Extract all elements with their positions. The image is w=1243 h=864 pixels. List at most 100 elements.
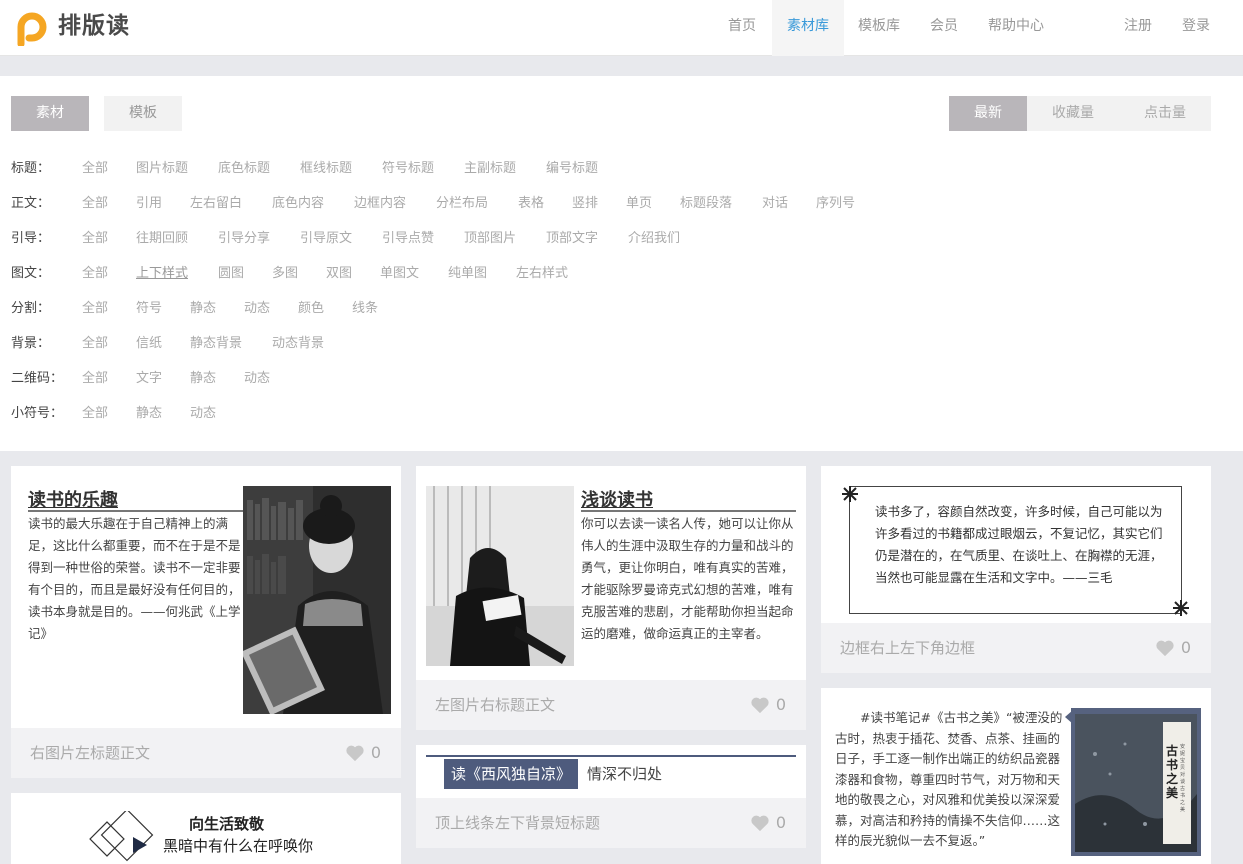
filter-option[interactable]: 符号	[136, 299, 162, 319]
filter-option[interactable]: 底色内容	[272, 194, 324, 214]
filter-option[interactable]: 左右留白	[190, 194, 242, 214]
filter-option[interactable]: 单页	[626, 194, 652, 214]
filter-option[interactable]: 全部	[82, 264, 108, 284]
asterisk-corner-icon	[1173, 600, 1189, 616]
filter-option[interactable]: 动态背景	[272, 334, 324, 354]
nav-materials[interactable]: 素材库	[772, 0, 844, 56]
card-title[interactable]: 左图片右标题正文	[435, 680, 555, 730]
filter-option[interactable]: 信纸	[136, 334, 162, 354]
material-card[interactable]: 读书多了，容颜自然改变，许多时候，自己可能以为许多看过的书籍都成过眼烟云，不复记…	[821, 466, 1211, 673]
filter-option[interactable]: 符号标题	[382, 159, 434, 179]
top-line-divider	[426, 755, 796, 757]
register-link[interactable]: 注册	[1124, 0, 1152, 56]
filter-option[interactable]: 框线标题	[300, 159, 352, 179]
filter-option[interactable]: 主副标题	[464, 159, 516, 179]
filter-option[interactable]: 引导原文	[300, 229, 352, 249]
card-body-text: 你可以去读一读名人传，她可以让你从伟人的生涯中汲取生存的力量和战斗的勇气，更让你…	[581, 516, 794, 641]
filter-option-selected[interactable]: 上下样式	[136, 264, 188, 284]
filter-option[interactable]: 全部	[82, 299, 108, 319]
filter-option[interactable]: 往期回顾	[136, 229, 188, 249]
filter-option[interactable]: 左右样式	[516, 264, 568, 284]
card-footer: 左图片右标题正文 0	[416, 680, 806, 730]
filter-option[interactable]: 颜色	[298, 299, 324, 319]
filter-option[interactable]: 全部	[82, 404, 108, 424]
tab-materials[interactable]: 素材	[11, 96, 89, 131]
nav-help[interactable]: 帮助中心	[988, 0, 1044, 56]
filter-option[interactable]: 边框内容	[354, 194, 406, 214]
like-button[interactable]: 0	[345, 743, 381, 763]
filter-panel: 素材 模板 最新 收藏量 点击量 标题： 全部 图片标题 底色标题 框线标题 符…	[0, 76, 1243, 451]
filter-label: 引导：	[11, 231, 51, 246]
filter-option[interactable]: 全部	[82, 159, 108, 179]
sort-newest[interactable]: 最新	[949, 96, 1027, 131]
material-card[interactable]: 读书的乐趣 读书的最大乐趣在于自己精神上的满足，这比什么都重要，而不在于是不是得…	[11, 466, 401, 778]
filter-option[interactable]: 全部	[82, 334, 108, 354]
filter-option[interactable]: 线条	[352, 299, 378, 319]
filter-label: 正文：	[11, 196, 51, 211]
filter-option[interactable]: 双图	[326, 264, 352, 284]
filter-option[interactable]: 底色标题	[218, 159, 270, 179]
heart-icon	[751, 697, 769, 714]
short-title-tag: 读《西风独自凉》	[444, 759, 579, 789]
sort-favorites[interactable]: 收藏量	[1027, 96, 1119, 131]
nav-templates[interactable]: 模板库	[858, 0, 900, 56]
filter-option[interactable]: 多图	[272, 264, 298, 284]
material-card[interactable]: 读《西风独自凉》 情深不归处 顶上线条左下背景短标题 0	[416, 745, 806, 848]
nav-membership[interactable]: 会员	[930, 0, 958, 56]
filter-option[interactable]: 顶部文字	[546, 229, 598, 249]
filter-option[interactable]: 纯单图	[448, 264, 487, 284]
filter-row-background: 背景： 全部 信纸 静态背景 动态背景	[11, 334, 1211, 354]
nav-home[interactable]: 首页	[728, 0, 756, 56]
filter-option[interactable]: 竖排	[572, 194, 598, 214]
card-heading-line: 浅谈读书	[581, 486, 796, 512]
filter-option[interactable]: 动态	[244, 369, 270, 389]
filter-option[interactable]: 动态	[190, 404, 216, 424]
material-card[interactable]: 向生活致敬 黑暗中有什么在呼唤你	[11, 793, 401, 864]
filter-option[interactable]: 文字	[136, 369, 162, 389]
filter-option[interactable]: 静态	[190, 299, 216, 319]
like-button[interactable]: 0	[750, 813, 786, 833]
like-button[interactable]: 0	[750, 695, 786, 715]
filter-option[interactable]: 全部	[82, 229, 108, 249]
filter-option[interactable]: 介绍我们	[628, 229, 680, 249]
filter-option[interactable]: 全部	[82, 194, 108, 214]
filter-option[interactable]: 全部	[82, 369, 108, 389]
like-button[interactable]: 0	[1155, 638, 1191, 658]
material-card[interactable]: #读书笔记#《古书之美》“被湮没的古时，热衷于插花、焚香、点茶、挂画的日子，手工…	[821, 688, 1211, 864]
filter-label: 小符号：	[11, 406, 64, 421]
filter-option[interactable]: 序列号	[816, 194, 855, 214]
material-card[interactable]: 浅谈读书 你可以去读一读名人传，她可以让你从伟人的生涯中汲取生存的力量和战斗的勇…	[416, 466, 806, 730]
tab-templates[interactable]: 模板	[104, 96, 182, 131]
heart-icon	[1156, 640, 1174, 657]
filter-option[interactable]: 编号标题	[546, 159, 598, 179]
heart-icon	[346, 745, 364, 762]
filter-option[interactable]: 动态	[244, 299, 270, 319]
filter-option[interactable]: 圆图	[218, 264, 244, 284]
filter-option[interactable]: 分栏布局	[436, 194, 488, 214]
card-title[interactable]: 边框右上左下角边框	[840, 623, 975, 673]
filter-option[interactable]: 引用	[136, 194, 162, 214]
filter-row-body: 正文： 全部 引用 左右留白 底色内容 边框内容 分栏布局 表格 竖排 单页 标…	[11, 194, 1211, 214]
filter-option[interactable]: 图片标题	[136, 159, 188, 179]
filter-option[interactable]: 引导点赞	[382, 229, 434, 249]
filter-option[interactable]: 对话	[762, 194, 788, 214]
login-link[interactable]: 登录	[1182, 0, 1210, 56]
sort-clicks[interactable]: 点击量	[1119, 96, 1211, 131]
filter-label: 分割：	[11, 301, 51, 316]
filter-row-symbols: 小符号： 全部 静态 动态	[11, 404, 1211, 424]
card-body-text: 读书多了，容颜自然改变，许多时候，自己可能以为许多看过的书籍都成过眼烟云，不复记…	[875, 504, 1163, 585]
card-title[interactable]: 右图片左标题正文	[30, 728, 150, 778]
filter-option[interactable]: 静态背景	[190, 334, 242, 354]
logo[interactable]: 排版读	[12, 8, 152, 46]
filter-option[interactable]: 单图文	[380, 264, 419, 284]
filter-label: 背景：	[11, 336, 51, 351]
like-count: 0	[775, 813, 786, 832]
filter-option[interactable]: 标题段落	[680, 194, 732, 214]
card-title[interactable]: 顶上线条左下背景短标题	[435, 798, 600, 848]
filter-option[interactable]: 静态	[136, 404, 162, 424]
filter-option[interactable]: 顶部图片	[464, 229, 516, 249]
filter-option[interactable]: 静态	[190, 369, 216, 389]
filter-option[interactable]: 表格	[518, 194, 544, 214]
filter-option[interactable]: 引导分享	[218, 229, 270, 249]
like-count: 0	[370, 743, 381, 762]
